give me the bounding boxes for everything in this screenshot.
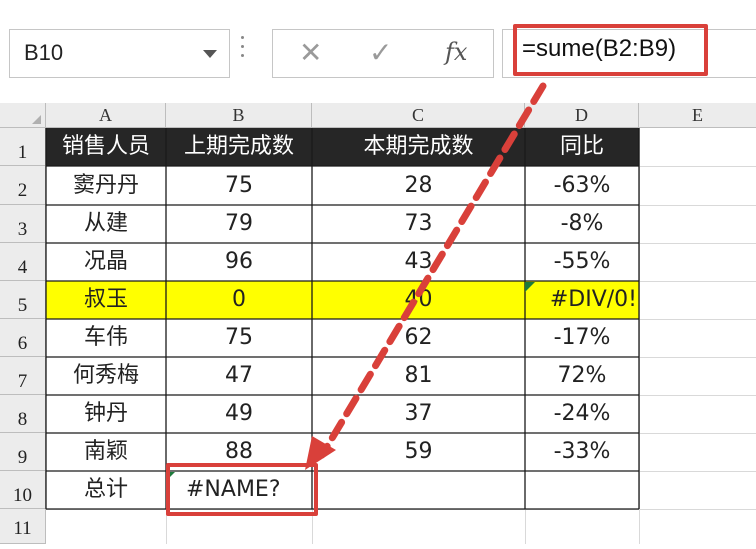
arrow-head [305,436,336,470]
arrow-shaft [318,82,547,459]
annotation-arrow [305,82,547,470]
